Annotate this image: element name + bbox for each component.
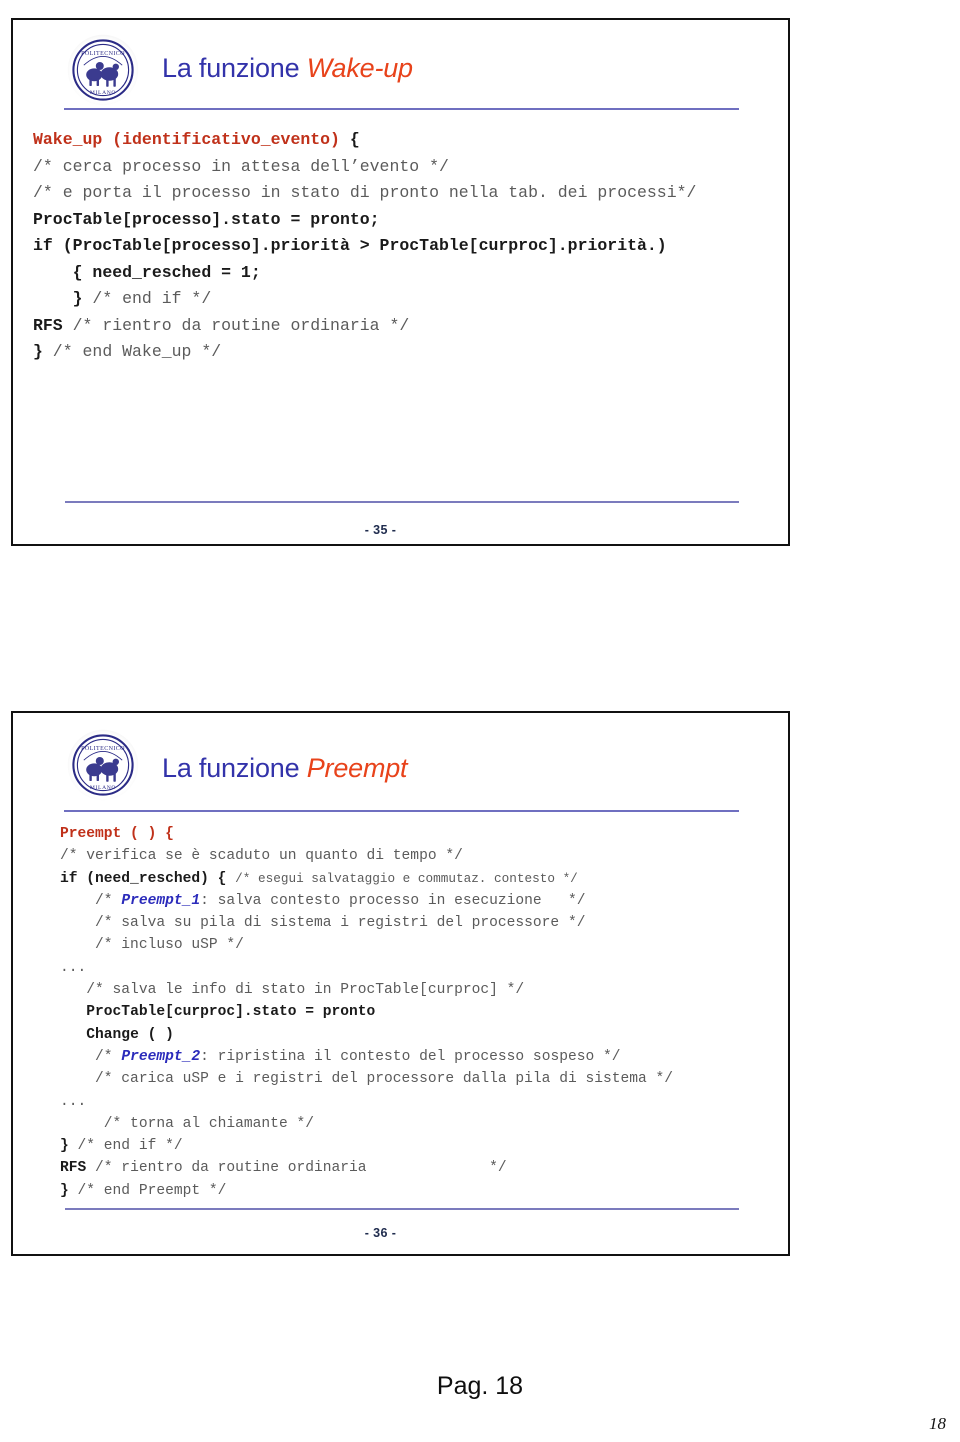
- code-line: ...: [60, 1093, 87, 1110]
- code-block-wake-up: Wake_up (identificativo_evento) { /* cerc…: [33, 127, 696, 366]
- code-line: ProcTable[processo].stato = pronto;: [33, 209, 380, 229]
- footer-divider: [65, 501, 739, 503]
- slide-header: POLITECNICO MILANO La funzione Preempt: [13, 713, 788, 801]
- code-line: RFS /* rientro da routine ordinaria */: [33, 315, 410, 335]
- code-line: if (ProcTable[processo].priorità > ProcT…: [33, 236, 667, 255]
- politecnico-milano-logo-icon: POLITECNICO MILANO: [63, 725, 143, 805]
- code-block-preempt: Preempt ( ) { /* verifica se è scaduto un…: [60, 823, 673, 1202]
- svg-text:POLITECNICO: POLITECNICO: [81, 51, 125, 57]
- code-line: /* cerca processo in attesa dell’evento …: [33, 156, 449, 176]
- svg-text:POLITECNICO: POLITECNICO: [81, 746, 125, 752]
- slide-number: - 35 -: [364, 523, 397, 537]
- code-line: } /* end Preempt */: [60, 1182, 227, 1199]
- slide-title: La funzione Preempt: [162, 753, 408, 784]
- code-line: ...: [60, 959, 87, 976]
- svg-text:MILANO: MILANO: [90, 785, 116, 791]
- code-line: Change ( ): [86, 1026, 174, 1043]
- code-line: Preempt ( ) {: [60, 826, 174, 842]
- slide-number: - 36 -: [364, 1226, 397, 1240]
- code-line: ProcTable[curproc].stato = pronto: [86, 1004, 376, 1021]
- code-line: /* Preempt_1: salva contesto processo in…: [60, 892, 586, 909]
- slide-title-prefix: La funzione: [162, 753, 307, 783]
- slide-header: POLITECNICO MILANO La funzione Wake-up: [13, 20, 788, 106]
- code-line: } /* end if */: [60, 1138, 183, 1155]
- title-divider: [64, 810, 739, 812]
- code-line: { need_resched = 1;: [72, 262, 261, 282]
- code-line: /* salva su pila di sistema i registri d…: [60, 915, 586, 932]
- slide-wake-up: POLITECNICO MILANO La funzione Wake-up W…: [11, 18, 790, 546]
- code-line: } /* end Wake_up */: [33, 342, 222, 361]
- code-line: /* carica uSP e i registri del processor…: [60, 1071, 674, 1088]
- page-footer-label: Pag. 18: [436, 1372, 524, 1400]
- page-folio-number: 18: [929, 1414, 946, 1433]
- slide-title: La funzione Wake-up: [162, 53, 413, 84]
- code-line: /* verifica se è scaduto un quanto di te…: [60, 848, 463, 865]
- slide-title-prefix: La funzione: [162, 53, 307, 83]
- svg-text:MILANO: MILANO: [90, 90, 116, 96]
- code-line: /* e porta il processo in stato di pront…: [33, 183, 697, 202]
- slide-title-accent: Wake-up: [306, 53, 413, 83]
- code-line: if (need_resched) { /* esegui salvataggi…: [60, 870, 578, 887]
- code-line: /* salva le info di stato in ProcTable[c…: [60, 982, 525, 999]
- scanned-lecture-page: POLITECNICO MILANO La funzione Wake-up W…: [0, 0, 960, 1442]
- slide-title-accent: Preempt: [306, 753, 408, 783]
- code-line: } /* end if */: [72, 289, 212, 308]
- footer-divider: [65, 1208, 739, 1210]
- code-line: /* incluso uSP */: [60, 937, 244, 954]
- code-line: Wake_up (identificativo_evento) {: [33, 130, 360, 149]
- code-line: RFS /* rientro da routine ordinaria */: [60, 1160, 507, 1177]
- slide-preempt: POLITECNICO MILANO La funzione Preempt P…: [11, 711, 790, 1256]
- politecnico-milano-logo-icon: POLITECNICO MILANO: [63, 30, 143, 110]
- code-line: /* torna al chiamante */: [60, 1115, 314, 1132]
- code-line: /* Preempt_2: ripristina il contesto del…: [60, 1048, 621, 1065]
- title-divider: [64, 108, 739, 110]
